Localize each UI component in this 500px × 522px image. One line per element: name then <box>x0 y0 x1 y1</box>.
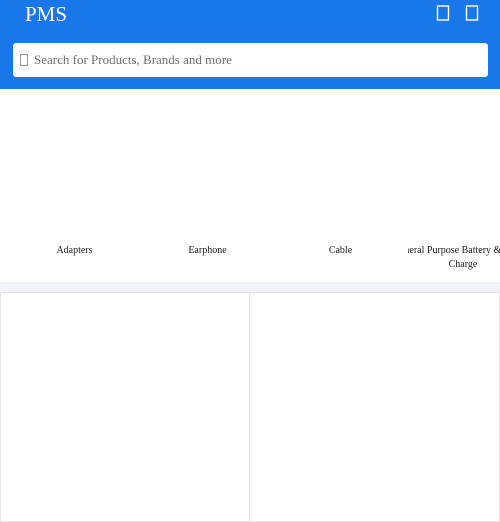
category-item-earphone[interactable]: Earphone <box>141 89 274 282</box>
category-item-cable[interactable]: Cable <box>274 89 407 282</box>
search-bar[interactable] <box>13 43 488 77</box>
category-image <box>155 109 260 229</box>
section-divider <box>0 282 500 292</box>
search-input[interactable] <box>34 43 474 77</box>
category-image <box>22 109 127 229</box>
top-app-bar: PMS <box>0 0 500 89</box>
category-item-battery[interactable]: General Purpose Battery & Battery Charge <box>408 89 500 282</box>
logo-text[interactable]: PMS <box>25 2 67 26</box>
category-label: Cable <box>328 245 353 256</box>
category-item-adapters[interactable]: Adapters <box>8 89 141 282</box>
cart-icon[interactable] <box>436 4 450 22</box>
category-label: General Purpose Battery & Battery Charge <box>408 245 500 270</box>
product-card[interactable] <box>249 292 500 522</box>
category-label: Earphone <box>188 245 227 256</box>
category-image <box>288 109 393 229</box>
category-strip: Adapters Earphone Cable General Purpose … <box>0 89 500 282</box>
search-icon <box>19 53 29 67</box>
category-image <box>422 109 500 229</box>
product-card[interactable] <box>0 292 250 522</box>
category-label: Adapters <box>56 245 93 256</box>
user-icon[interactable] <box>465 4 479 22</box>
